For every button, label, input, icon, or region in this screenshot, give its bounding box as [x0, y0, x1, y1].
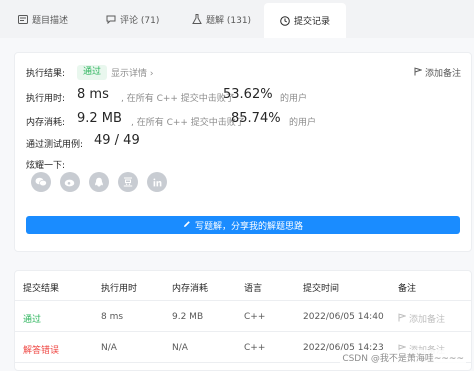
runtime-value: 8 ms	[77, 87, 109, 102]
linkedin-icon[interactable]	[147, 172, 167, 192]
runtime-label: 执行用时:	[26, 94, 66, 104]
share-icons	[31, 172, 167, 192]
status-label: 执行结果:	[26, 69, 66, 79]
header-time: 提交时间	[303, 284, 340, 294]
flag-icon	[398, 313, 407, 325]
row-memory: 9.2 MB	[172, 312, 204, 322]
memory-suffix: 的用户	[289, 118, 317, 128]
header-result: 提交结果	[23, 284, 60, 294]
tab-submissions-label: 提交记录	[294, 17, 331, 27]
tests-label: 通过测试用例:	[26, 140, 84, 150]
memory-label: 内存消耗:	[26, 118, 66, 128]
share-label: 炫耀一下:	[26, 161, 66, 171]
result-card: 执行结果: 通过 显示详情 › 添加备注 执行用时: 8 ms , 在所有 C+…	[14, 52, 472, 252]
flask-icon	[192, 14, 202, 24]
add-note-button[interactable]: 添加备注	[414, 66, 461, 79]
header-language: 语言	[244, 284, 263, 294]
tab-submissions[interactable]: 提交记录	[264, 3, 347, 38]
tab-solutions-label: 题解 (131)	[206, 15, 252, 26]
show-details-link[interactable]: 显示详情 ›	[111, 66, 153, 79]
row-runtime: 8 ms	[101, 312, 124, 322]
pencil-icon	[183, 220, 191, 231]
row-add-note-button[interactable]: 添加备注	[398, 312, 445, 325]
description-icon	[18, 14, 28, 24]
qq-icon[interactable]	[89, 172, 109, 192]
weibo-icon[interactable]	[60, 172, 80, 192]
memory-percent: 85.74%	[231, 111, 281, 126]
tab-bar: 题目描述 评论 (71) 题解 (131) 提交记录	[0, 0, 474, 38]
header-memory: 内存消耗	[172, 284, 209, 294]
row-result[interactable]: 解答错误	[23, 343, 59, 356]
wechat-icon[interactable]	[31, 172, 51, 192]
header-runtime: 执行用时	[101, 284, 138, 294]
write-solution-button[interactable]: 写题解，分享我的解题思路	[26, 216, 460, 234]
row-language: C++	[244, 343, 266, 353]
row-add-note-label: 添加备注	[409, 315, 446, 325]
table-row[interactable]: 通过 8 ms 9.2 MB C++ 2022/06/05 14:40 添加备注	[15, 301, 471, 332]
flag-icon	[414, 67, 423, 79]
memory-value: 9.2 MB	[77, 111, 122, 126]
runtime-mid-text: , 在所有 C++ 提交中击败了	[121, 94, 235, 104]
tab-description[interactable]: 题目描述	[18, 0, 68, 38]
runtime-percent: 53.62%	[223, 87, 273, 102]
add-note-label: 添加备注	[424, 69, 461, 79]
row-memory: N/A	[172, 343, 188, 353]
tab-comments[interactable]: 评论 (71)	[106, 0, 159, 38]
runtime-suffix: 的用户	[280, 94, 308, 104]
comment-icon	[106, 14, 116, 24]
tab-comments-label: 评论 (71)	[120, 15, 160, 26]
write-solution-label: 写题解，分享我的解题思路	[194, 221, 303, 232]
row-runtime: N/A	[101, 343, 117, 353]
tests-value: 49 / 49	[94, 133, 140, 148]
header-note: 备注	[398, 284, 417, 294]
memory-mid-text: , 在所有 C++ 提交中击败了	[131, 118, 245, 128]
row-language: C++	[244, 312, 266, 322]
douban-icon[interactable]	[118, 172, 138, 192]
row-time: 2022/06/05 14:40	[303, 312, 384, 322]
status-badge: 通过	[77, 65, 108, 80]
table-header: 提交结果 执行用时 内存消耗 语言 提交时间 备注	[15, 271, 471, 301]
row-result[interactable]: 通过	[23, 312, 41, 325]
tab-description-label: 题目描述	[32, 15, 69, 26]
clock-icon	[280, 15, 290, 26]
tab-solutions[interactable]: 题解 (131)	[192, 0, 251, 38]
watermark: CSDN @我不是萧海哇~~~~	[340, 350, 466, 365]
